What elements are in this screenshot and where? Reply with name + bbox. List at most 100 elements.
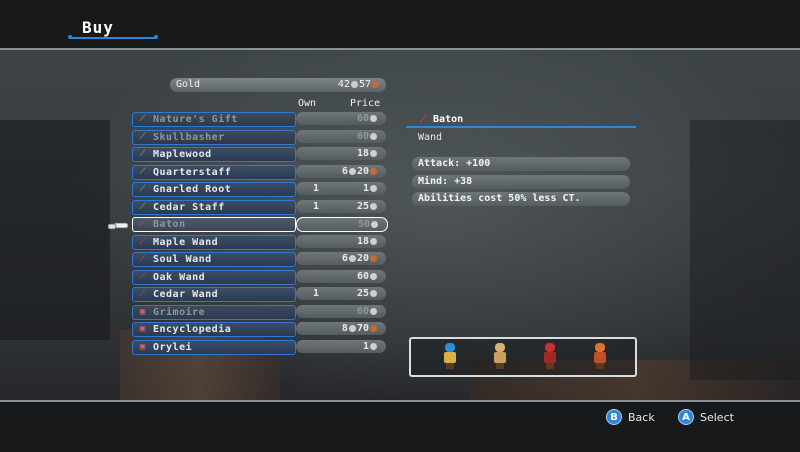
party-preview bbox=[409, 337, 637, 377]
book-icon: ▣ bbox=[139, 324, 146, 334]
list-item[interactable]: ⟋ Maple Wand 18 bbox=[132, 235, 388, 250]
coin-icon bbox=[371, 220, 378, 228]
item-price: 1 bbox=[363, 340, 378, 353]
item-price: 8 70 bbox=[342, 322, 378, 335]
item-name-box: ⟋ Nature's Gift bbox=[132, 112, 296, 127]
party-member-3 bbox=[543, 343, 557, 369]
list-item[interactable]: ⟋ Skullbasher 60 bbox=[132, 130, 388, 145]
staff-icon: ⟋ bbox=[139, 167, 146, 177]
item-name-box: ⟋ Soul Wand bbox=[132, 252, 296, 267]
item-price-box: 11 bbox=[296, 182, 386, 195]
item-name-box: ⟋ Quarterstaff bbox=[132, 165, 296, 180]
list-item[interactable]: ⟋ Quarterstaff 6 20 bbox=[132, 165, 388, 180]
background-scene-detail bbox=[0, 120, 110, 340]
footer-bar bbox=[0, 400, 800, 452]
item-price-box: 8 70 bbox=[296, 322, 386, 335]
wand-icon: ⟋ bbox=[139, 219, 146, 229]
list-item[interactable]: ⟋ Gnarled Root 1 1 bbox=[132, 182, 388, 197]
stat-mind: Mind: +38 bbox=[412, 175, 630, 189]
gold-display: Gold 42 57 bbox=[170, 78, 386, 92]
detail-name-text: Baton bbox=[433, 114, 464, 125]
item-name: Soul Wand bbox=[153, 254, 212, 265]
list-item[interactable]: ⟋ Maplewood 18 bbox=[132, 147, 388, 162]
coin-icon bbox=[370, 202, 377, 210]
background-scene-detail bbox=[690, 120, 800, 380]
item-price-box: 18 bbox=[296, 147, 386, 160]
detail-item-type: Wand bbox=[418, 132, 443, 143]
wand-icon: ⟋ bbox=[139, 272, 146, 282]
back-button[interactable]: B Back bbox=[606, 409, 655, 425]
item-name-box: ⟋ Maplewood bbox=[132, 147, 296, 162]
item-price: 50 bbox=[358, 218, 379, 231]
list-item[interactable]: ▣ Encyclopedia 8 70 bbox=[132, 322, 388, 337]
column-price-header: Price bbox=[350, 98, 381, 109]
coin-icon bbox=[370, 184, 377, 192]
item-price: 60 bbox=[357, 270, 378, 283]
item-name: Orylei bbox=[153, 342, 193, 353]
item-price-box: 60 bbox=[296, 130, 386, 143]
coin-icon bbox=[370, 272, 377, 280]
coin-icon bbox=[370, 289, 377, 297]
item-own-count: 1 bbox=[312, 288, 320, 299]
coin-icon bbox=[370, 342, 377, 350]
list-item[interactable]: ▣ Orylei 1 bbox=[132, 340, 388, 355]
header-bar bbox=[0, 0, 800, 50]
coin-icon bbox=[370, 254, 377, 262]
item-name-box: ▣ Grimoire bbox=[132, 305, 296, 320]
item-price-box: 1 25 bbox=[296, 287, 386, 300]
item-name-box: ⟋ Maple Wand bbox=[132, 235, 296, 250]
list-item[interactable]: ⟋ Cedar Wand 1 25 bbox=[132, 287, 388, 302]
item-name-box: ⟋ Oak Wand bbox=[132, 270, 296, 285]
back-label: Back bbox=[628, 410, 655, 424]
list-item[interactable]: ⟋ Soul Wand 6 20 bbox=[132, 252, 388, 267]
item-name-box: ⟋ Cedar Wand bbox=[132, 287, 296, 302]
item-name: Maplewood bbox=[153, 149, 212, 160]
staff-icon: ⟋ bbox=[139, 132, 146, 142]
party-member-1 bbox=[443, 343, 457, 369]
select-button[interactable]: A Select bbox=[678, 409, 734, 425]
pointing-hand-cursor-icon bbox=[108, 222, 129, 230]
screen-title: Buy bbox=[82, 18, 114, 37]
item-name: Skullbasher bbox=[153, 132, 225, 143]
wand-icon: ⟋ bbox=[420, 114, 427, 125]
column-own-header: Own bbox=[298, 98, 317, 109]
wand-icon: ⟋ bbox=[139, 237, 146, 247]
coin-icon bbox=[370, 237, 377, 245]
gold-value: 42 57 bbox=[338, 79, 380, 90]
title-underline bbox=[68, 35, 158, 39]
coin-icon bbox=[370, 307, 377, 315]
item-price: 18 bbox=[357, 147, 378, 160]
item-price-box: 60 bbox=[296, 270, 386, 283]
item-price-box: 1 bbox=[296, 340, 386, 353]
item-name: Baton bbox=[153, 219, 186, 230]
item-price-box: 60 bbox=[296, 112, 386, 125]
item-name: Encyclopedia bbox=[153, 324, 232, 335]
wand-icon: ⟋ bbox=[139, 254, 146, 264]
item-name-box: ▣ Encyclopedia bbox=[132, 322, 296, 337]
item-name-box: ⟋ Gnarled Root bbox=[132, 182, 296, 197]
item-price: 25 bbox=[357, 200, 378, 213]
list-item[interactable]: ⟋ Oak Wand 60 bbox=[132, 270, 388, 285]
item-price: 25 bbox=[357, 287, 378, 300]
item-name-box: ⟋ Cedar Staff bbox=[132, 200, 296, 215]
item-own-count: 1 bbox=[312, 201, 320, 212]
item-price-box: 6 20 bbox=[296, 252, 386, 265]
item-name: Maple Wand bbox=[153, 237, 219, 248]
item-price-box: 6 20 bbox=[296, 165, 386, 178]
item-name: Grimoire bbox=[153, 307, 206, 318]
list-item[interactable]: ⟋ Cedar Staff 1 25 bbox=[132, 200, 388, 215]
item-price: 60 bbox=[357, 130, 378, 143]
coin-icon bbox=[370, 167, 377, 175]
item-price: 18 bbox=[357, 235, 378, 248]
gold-label: Gold bbox=[176, 79, 201, 90]
item-price: 6 20 bbox=[342, 252, 378, 265]
coin-icon bbox=[372, 80, 379, 88]
coin-icon bbox=[370, 324, 377, 332]
book-icon: ▣ bbox=[139, 342, 146, 352]
coin-icon bbox=[348, 254, 356, 262]
list-item[interactable]: ⟋ Baton 50 bbox=[132, 217, 388, 232]
list-item[interactable]: ▣ Grimoire 60 bbox=[132, 305, 388, 320]
list-item[interactable]: ⟋ Nature's Gift 60 bbox=[132, 112, 388, 127]
book-icon: ▣ bbox=[139, 307, 146, 317]
coin-icon bbox=[350, 80, 358, 88]
